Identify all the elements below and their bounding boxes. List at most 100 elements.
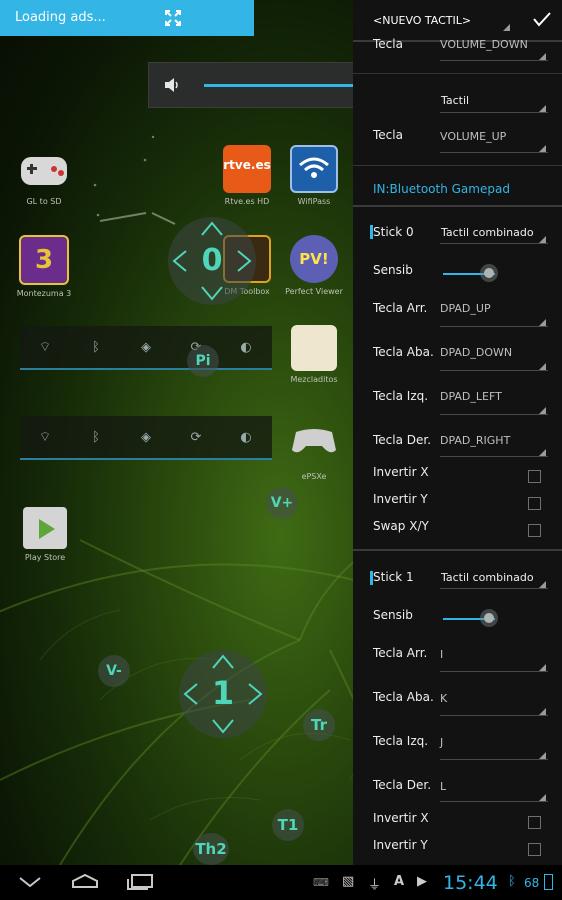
clock[interactable]: 15:44: [443, 872, 498, 894]
key-value[interactable]: J: [440, 736, 443, 749]
stick-1-title: Stick 1: [373, 570, 414, 584]
bluetooth-icon[interactable]: ᛒ: [88, 340, 104, 356]
home-screen: Loading ads... GL to SD rtve.es Rtve.es …: [0, 0, 562, 865]
app-montezuma[interactable]: 3 Montezuma 3: [4, 235, 84, 298]
key-label: Tecla Arr.: [373, 301, 428, 315]
sensib-label: Sensib: [373, 263, 413, 277]
touch-type-select[interactable]: Tactil: [441, 94, 469, 107]
key-label: Tecla Aba.: [373, 345, 434, 359]
dropdown-arrow-icon: [539, 708, 546, 715]
trigger-button[interactable]: Tr: [303, 709, 335, 741]
key-value[interactable]: VOLUME_DOWN: [440, 38, 528, 51]
dpad-stick-1[interactable]: 1: [179, 650, 267, 738]
app-epsxe[interactable]: ePSXe: [274, 420, 354, 481]
stick-0-mode-select[interactable]: Tactil combinado: [441, 226, 534, 239]
th2-button[interactable]: Th2: [193, 833, 229, 865]
hide-keyboard-icon[interactable]: [18, 875, 42, 889]
app-notification-icon: A: [394, 874, 405, 889]
dpad-stick-0[interactable]: 0: [168, 217, 256, 305]
invert-y-checkbox[interactable]: [528, 843, 541, 856]
invert-y-label: Invertir Y: [373, 838, 428, 852]
location-icon[interactable]: ◈: [138, 340, 154, 356]
sensib-label: Sensib: [373, 608, 413, 622]
checkmark-icon[interactable]: [532, 11, 552, 27]
rtve-logo-icon: rtve.es: [223, 145, 271, 193]
controller-icon: [290, 420, 338, 468]
app-wifipass[interactable]: WifiPass: [274, 145, 354, 206]
fullscreen-icon[interactable]: [164, 9, 182, 27]
dropdown-arrow-icon: [503, 24, 510, 31]
divider: [353, 165, 562, 166]
volume-down-button[interactable]: V-: [98, 655, 130, 687]
field-underline: [440, 801, 548, 802]
field-underline: [440, 759, 548, 760]
key-value[interactable]: VOLUME_UP: [440, 130, 506, 143]
key-value[interactable]: L: [440, 780, 446, 793]
key-value[interactable]: DPAD_UP: [440, 302, 491, 315]
wifi-icon[interactable]: ⌔: [37, 430, 53, 446]
home-icon[interactable]: [71, 873, 99, 889]
quick-settings-widget: ⌔ ᛒ ◈ ⟳ ◐: [20, 326, 272, 370]
key-value[interactable]: DPAD_LEFT: [440, 390, 502, 403]
key-label: Tecla: [373, 128, 403, 142]
key-label: Tecla Der.: [373, 433, 432, 447]
stick-1-number: 1: [211, 674, 235, 712]
perfect-viewer-icon-text: PV!: [299, 250, 329, 268]
dropdown-arrow-icon: [539, 145, 546, 152]
wifi-icon[interactable]: ⌔: [37, 340, 53, 356]
field-underline: [440, 414, 548, 415]
app-mezcladitos[interactable]: Mezcladitos: [274, 325, 354, 384]
key-value[interactable]: K: [440, 692, 447, 705]
field-underline: [440, 370, 548, 371]
battery-icon: [544, 874, 553, 890]
app-label: GL to SD: [26, 197, 62, 206]
invert-x-label: Invertir X: [373, 465, 429, 479]
app-perfect-viewer[interactable]: PV! Perfect Viewer: [274, 235, 354, 296]
app-play-store[interactable]: Play Store: [5, 507, 85, 562]
dropdown-arrow-icon: [539, 319, 546, 326]
system-navigation-bar: ⌨ ▧ ⏚ A ▶ 15:44 ᛒ 68: [0, 865, 562, 900]
new-touch-select[interactable]: <NUEVO TACTIL>: [373, 14, 471, 27]
field-underline: [440, 152, 548, 153]
dropdown-arrow-icon: [539, 53, 546, 60]
invert-x-label: Invertir X: [373, 811, 429, 825]
montezuma-icon-text: 3: [34, 245, 54, 275]
app-label: Rtve.es HD: [224, 197, 270, 206]
section-title: IN:Bluetooth Gamepad: [373, 182, 510, 196]
key-value[interactable]: I: [440, 648, 443, 661]
field-underline: [440, 588, 548, 589]
bluetooth-icon[interactable]: ᛒ: [88, 430, 104, 446]
recent-apps-icon[interactable]: [126, 873, 154, 891]
t1-button[interactable]: T1: [272, 809, 304, 841]
stick-0-title: Stick 0: [373, 225, 414, 239]
invert-y-checkbox[interactable]: [528, 497, 541, 510]
swap-xy-checkbox[interactable]: [528, 524, 541, 537]
wifi-icon: [290, 145, 338, 193]
controls-settings-panel: <NUEVO TACTIL> Tecla VOLUME_DOWN Tactil …: [353, 0, 562, 865]
sensib-knob[interactable]: [484, 268, 494, 278]
key-value[interactable]: DPAD_DOWN: [440, 346, 512, 359]
volume-up-button[interactable]: V+: [266, 487, 298, 519]
brightness-icon[interactable]: ◐: [238, 340, 254, 356]
location-icon[interactable]: ◈: [138, 430, 154, 446]
keyboard-icon: ⌨: [313, 876, 329, 889]
swap-xy-label: Swap X/Y: [373, 519, 429, 533]
invert-x-checkbox[interactable]: [528, 470, 541, 483]
dropdown-arrow-icon: [539, 407, 546, 414]
ad-banner[interactable]: Loading ads...: [0, 0, 254, 36]
stick-1-mode-select[interactable]: Tactil combinado: [441, 571, 534, 584]
stick-0-number: 0: [201, 243, 223, 278]
rtve-logo-text: rtve.es: [223, 158, 271, 172]
ad-loading-text: Loading ads...: [15, 10, 106, 25]
word-tiles-icon: [291, 325, 337, 371]
pi-button[interactable]: Pi: [187, 345, 219, 377]
invert-x-checkbox[interactable]: [528, 816, 541, 829]
sensib-knob[interactable]: [484, 613, 494, 623]
speaker-icon: [165, 78, 178, 92]
dropdown-arrow-icon: [539, 236, 546, 243]
sync-icon[interactable]: ⟳: [188, 430, 204, 446]
app-gl-to-sd[interactable]: GL to SD: [4, 145, 84, 206]
key-value[interactable]: DPAD_RIGHT: [440, 434, 510, 447]
usb-icon: ⏚: [368, 878, 382, 893]
brightness-icon[interactable]: ◐: [238, 430, 254, 446]
